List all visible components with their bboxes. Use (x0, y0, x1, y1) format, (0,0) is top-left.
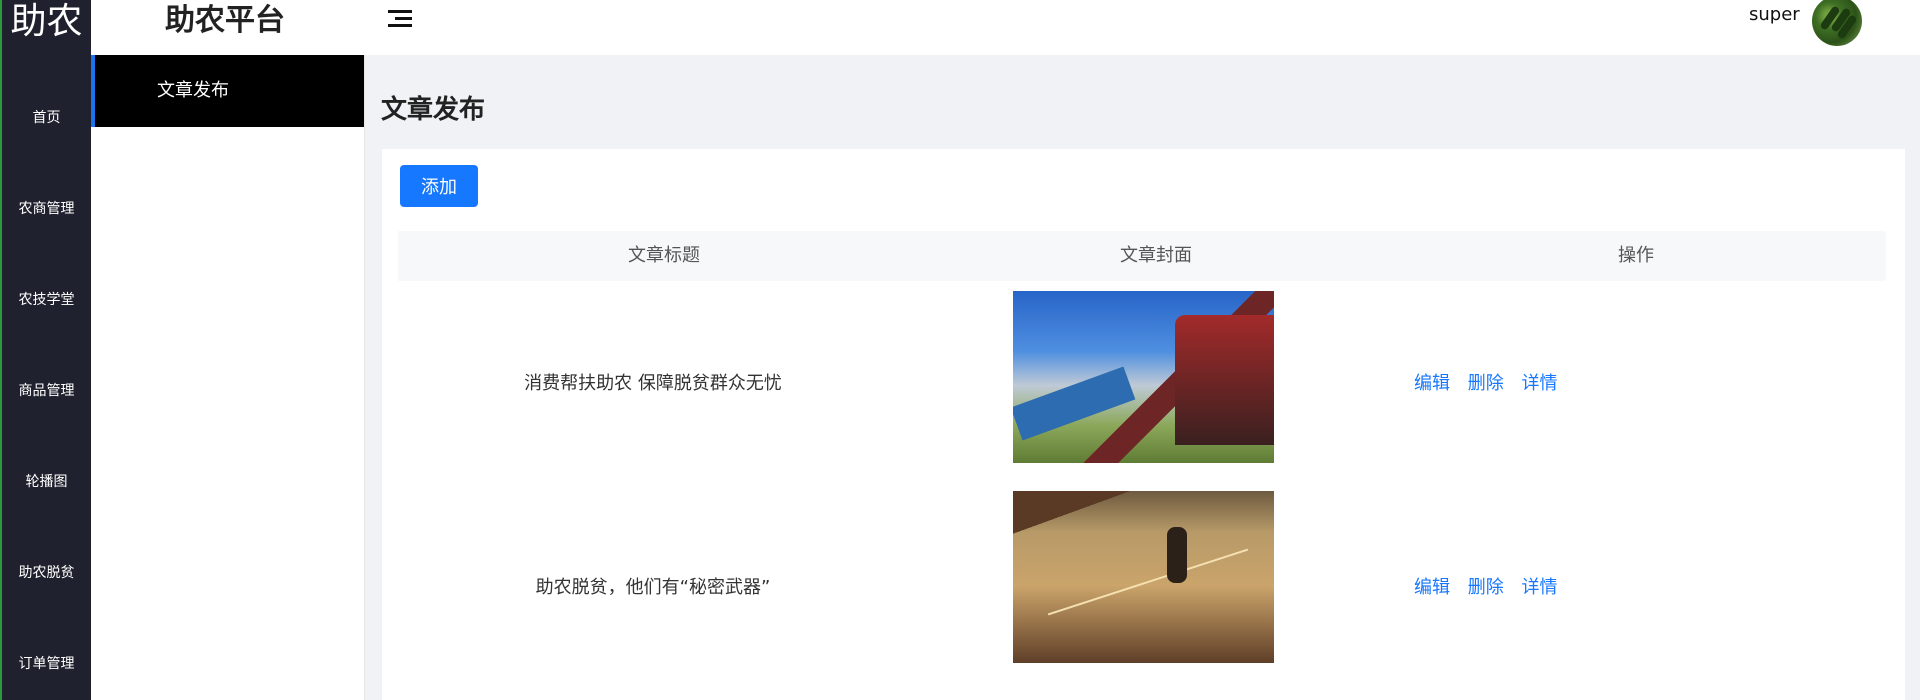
add-article-button[interactable]: 添加 (400, 165, 478, 207)
article-title: 消费帮扶助农 保障脱贫群众无忧 (524, 373, 782, 394)
nav-home[interactable]: 首页 (2, 107, 91, 127)
nav-order-management[interactable]: 订单管理 (2, 653, 91, 673)
user-avatar[interactable] (1812, 0, 1862, 46)
nav-farmer-management[interactable]: 农商管理 (2, 198, 91, 218)
article-cover-image (1013, 491, 1274, 663)
delete-link[interactable]: 删除 (1468, 373, 1504, 394)
nav-agri-school[interactable]: 农技学堂 (2, 289, 91, 309)
details-link[interactable]: 详情 (1521, 577, 1557, 598)
edit-link[interactable]: 编辑 (1414, 373, 1450, 394)
primary-sidebar: 助农 首页 农商管理 农技学堂 商品管理 轮播图 助农脱贫 订单管理 (0, 0, 91, 700)
app-logo: 助农 (10, 1, 83, 42)
edit-link[interactable]: 编辑 (1414, 577, 1450, 598)
delete-link[interactable]: 删除 (1468, 577, 1504, 598)
brand-title: 助农平台 (165, 3, 285, 38)
table-row: 助农脱贫，他们有“秘密武器” 编辑 删除 详情 (398, 491, 1886, 691)
table-header: 文章标题 文章封面 操作 (398, 231, 1886, 281)
column-cover: 文章封面 (1120, 245, 1192, 266)
column-actions: 操作 (1618, 245, 1654, 266)
row-actions: 编辑 删除 详情 (1414, 573, 1569, 599)
article-title: 助农脱贫，他们有“秘密武器” (535, 577, 771, 598)
subnav-item-article-publish[interactable]: 文章发布 (91, 55, 364, 127)
row-actions: 编辑 删除 详情 (1414, 369, 1569, 395)
details-link[interactable]: 详情 (1521, 373, 1557, 394)
nav-poverty-relief[interactable]: 助农脱贫 (2, 562, 91, 582)
menu-toggle-icon[interactable] (388, 8, 412, 30)
username[interactable]: super (1749, 4, 1800, 25)
page-title: 文章发布 (381, 95, 486, 125)
nav-carousel[interactable]: 轮播图 (2, 471, 91, 491)
article-card: 添加 文章标题 文章封面 操作 消费帮扶助农 保障脱贫群众无忧 编辑 删除 详情… (382, 149, 1905, 700)
column-title: 文章标题 (628, 245, 700, 266)
nav-product-management[interactable]: 商品管理 (2, 380, 91, 400)
article-cover-image (1013, 291, 1274, 463)
secondary-sidebar: 助农平台 文章发布 (91, 0, 365, 700)
top-header: super (364, 0, 1920, 55)
table-row: 消费帮扶助农 保障脱贫群众无忧 编辑 删除 详情 (398, 291, 1886, 491)
